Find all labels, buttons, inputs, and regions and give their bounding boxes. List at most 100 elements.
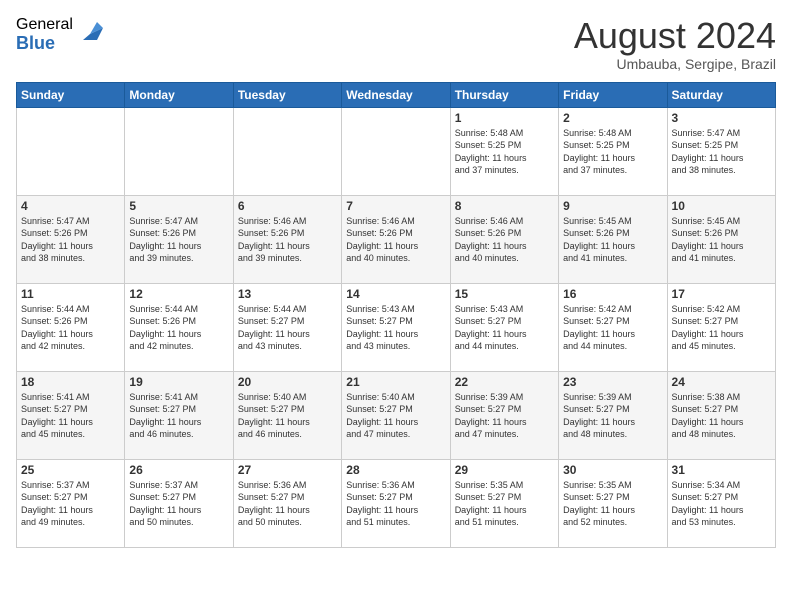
- day-info: Sunrise: 5:48 AM Sunset: 5:25 PM Dayligh…: [455, 127, 554, 177]
- calendar-cell: 1 Sunrise: 5:48 AM Sunset: 5:25 PM Daylig…: [450, 107, 558, 195]
- calendar-cell: 24 Sunrise: 5:38 AM Sunset: 5:27 PM Dayli…: [667, 371, 775, 459]
- day-info: Sunrise: 5:47 AM Sunset: 5:26 PM Dayligh…: [129, 215, 228, 265]
- day-info: Sunrise: 5:48 AM Sunset: 5:25 PM Dayligh…: [563, 127, 662, 177]
- day-number: 14: [346, 287, 445, 301]
- day-number: 16: [563, 287, 662, 301]
- day-number: 2: [563, 111, 662, 125]
- calendar-cell: 17Sunrise: 5:42 AM Sunset: 5:27 PM Dayli…: [667, 283, 775, 371]
- calendar-cell: 23 Sunrise: 5:39 AM Sunset: 5:27 PM Dayli…: [559, 371, 667, 459]
- day-number: 8: [455, 199, 554, 213]
- day-header-friday: Friday: [559, 82, 667, 107]
- calendar-week-2: 4 Sunrise: 5:47 AM Sunset: 5:26 PM Daylig…: [17, 195, 776, 283]
- day-info: Sunrise: 5:42 AM Sunset: 5:27 PM Dayligh…: [563, 303, 662, 353]
- day-number: 10: [672, 199, 771, 213]
- day-info: Sunrise: 5:46 AM Sunset: 5:26 PM Dayligh…: [238, 215, 337, 265]
- day-number: 7: [346, 199, 445, 213]
- calendar-week-4: 18 Sunrise: 5:41 AM Sunset: 5:27 PM Dayli…: [17, 371, 776, 459]
- day-header-tuesday: Tuesday: [233, 82, 341, 107]
- day-number: 12: [129, 287, 228, 301]
- calendar-cell: [233, 107, 341, 195]
- calendar-cell: 19 Sunrise: 5:41 AM Sunset: 5:27 PM Dayli…: [125, 371, 233, 459]
- month-year-title: August 2024: [574, 16, 776, 56]
- calendar-cell: 4 Sunrise: 5:47 AM Sunset: 5:26 PM Daylig…: [17, 195, 125, 283]
- day-info: Sunrise: 5:40 AM Sunset: 5:27 PM Dayligh…: [238, 391, 337, 441]
- day-number: 30: [563, 463, 662, 477]
- calendar-cell: 14Sunrise: 5:43 AM Sunset: 5:27 PM Dayli…: [342, 283, 450, 371]
- day-number: 5: [129, 199, 228, 213]
- calendar-cell: 30 Sunrise: 5:35 AM Sunset: 5:27 PM Dayli…: [559, 459, 667, 547]
- day-info: Sunrise: 5:37 AM Sunset: 5:27 PM Dayligh…: [21, 479, 120, 529]
- logo: General Blue: [16, 16, 105, 53]
- calendar-cell: 11 Sunrise: 5:44 AM Sunset: 5:26 PM Dayli…: [17, 283, 125, 371]
- day-info: Sunrise: 5:45 AM Sunset: 5:26 PM Dayligh…: [672, 215, 771, 265]
- day-number: 23: [563, 375, 662, 389]
- day-number: 20: [238, 375, 337, 389]
- logo-general: General: [16, 16, 73, 34]
- day-header-sunday: Sunday: [17, 82, 125, 107]
- calendar-table: SundayMondayTuesdayWednesdayThursdayFrid…: [16, 82, 776, 548]
- calendar-cell: 16 Sunrise: 5:42 AM Sunset: 5:27 PM Dayli…: [559, 283, 667, 371]
- day-number: 15: [455, 287, 554, 301]
- calendar-cell: 15Sunrise: 5:43 AM Sunset: 5:27 PM Dayli…: [450, 283, 558, 371]
- day-header-saturday: Saturday: [667, 82, 775, 107]
- calendar-cell: 22Sunrise: 5:39 AM Sunset: 5:27 PM Dayli…: [450, 371, 558, 459]
- day-number: 27: [238, 463, 337, 477]
- day-info: Sunrise: 5:36 AM Sunset: 5:27 PM Dayligh…: [238, 479, 337, 529]
- calendar-cell: 9Sunrise: 5:45 AM Sunset: 5:26 PM Daylig…: [559, 195, 667, 283]
- calendar-cell: [342, 107, 450, 195]
- day-info: Sunrise: 5:34 AM Sunset: 5:27 PM Dayligh…: [672, 479, 771, 529]
- calendar-cell: 5 Sunrise: 5:47 AM Sunset: 5:26 PM Daylig…: [125, 195, 233, 283]
- calendar-cell: 13Sunrise: 5:44 AM Sunset: 5:27 PM Dayli…: [233, 283, 341, 371]
- calendar-cell: [17, 107, 125, 195]
- day-info: Sunrise: 5:42 AM Sunset: 5:27 PM Dayligh…: [672, 303, 771, 353]
- day-info: Sunrise: 5:39 AM Sunset: 5:27 PM Dayligh…: [563, 391, 662, 441]
- day-info: Sunrise: 5:44 AM Sunset: 5:26 PM Dayligh…: [21, 303, 120, 353]
- day-info: Sunrise: 5:44 AM Sunset: 5:27 PM Dayligh…: [238, 303, 337, 353]
- calendar-cell: 31 Sunrise: 5:34 AM Sunset: 5:27 PM Dayli…: [667, 459, 775, 547]
- location-subtitle: Umbauba, Sergipe, Brazil: [574, 56, 776, 72]
- day-info: Sunrise: 5:47 AM Sunset: 5:26 PM Dayligh…: [21, 215, 120, 265]
- day-number: 31: [672, 463, 771, 477]
- day-number: 21: [346, 375, 445, 389]
- day-info: Sunrise: 5:40 AM Sunset: 5:27 PM Dayligh…: [346, 391, 445, 441]
- calendar-cell: 21 Sunrise: 5:40 AM Sunset: 5:27 PM Dayli…: [342, 371, 450, 459]
- day-header-monday: Monday: [125, 82, 233, 107]
- day-info: Sunrise: 5:44 AM Sunset: 5:26 PM Dayligh…: [129, 303, 228, 353]
- day-number: 24: [672, 375, 771, 389]
- day-number: 1: [455, 111, 554, 125]
- day-number: 29: [455, 463, 554, 477]
- logo-blue: Blue: [16, 34, 73, 54]
- title-block: August 2024 Umbauba, Sergipe, Brazil: [574, 16, 776, 72]
- day-number: 19: [129, 375, 228, 389]
- calendar-cell: 27 Sunrise: 5:36 AM Sunset: 5:27 PM Dayli…: [233, 459, 341, 547]
- logo-icon: [75, 18, 105, 48]
- day-info: Sunrise: 5:35 AM Sunset: 5:27 PM Dayligh…: [455, 479, 554, 529]
- day-info: Sunrise: 5:46 AM Sunset: 5:26 PM Dayligh…: [346, 215, 445, 265]
- calendar-cell: [125, 107, 233, 195]
- day-number: 6: [238, 199, 337, 213]
- calendar-week-3: 11 Sunrise: 5:44 AM Sunset: 5:26 PM Dayli…: [17, 283, 776, 371]
- day-number: 4: [21, 199, 120, 213]
- day-info: Sunrise: 5:38 AM Sunset: 5:27 PM Dayligh…: [672, 391, 771, 441]
- day-header-wednesday: Wednesday: [342, 82, 450, 107]
- calendar-cell: 8 Sunrise: 5:46 AM Sunset: 5:26 PM Daylig…: [450, 195, 558, 283]
- calendar-cell: 12 Sunrise: 5:44 AM Sunset: 5:26 PM Dayli…: [125, 283, 233, 371]
- day-number: 18: [21, 375, 120, 389]
- calendar-cell: 7 Sunrise: 5:46 AM Sunset: 5:26 PM Daylig…: [342, 195, 450, 283]
- calendar-cell: 6 Sunrise: 5:46 AM Sunset: 5:26 PM Daylig…: [233, 195, 341, 283]
- calendar-body: 1 Sunrise: 5:48 AM Sunset: 5:25 PM Daylig…: [17, 107, 776, 547]
- day-header-thursday: Thursday: [450, 82, 558, 107]
- day-number: 25: [21, 463, 120, 477]
- day-info: Sunrise: 5:41 AM Sunset: 5:27 PM Dayligh…: [129, 391, 228, 441]
- day-number: 22: [455, 375, 554, 389]
- calendar-week-1: 1 Sunrise: 5:48 AM Sunset: 5:25 PM Daylig…: [17, 107, 776, 195]
- day-number: 11: [21, 287, 120, 301]
- day-info: Sunrise: 5:45 AM Sunset: 5:26 PM Dayligh…: [563, 215, 662, 265]
- day-info: Sunrise: 5:36 AM Sunset: 5:27 PM Dayligh…: [346, 479, 445, 529]
- day-info: Sunrise: 5:41 AM Sunset: 5:27 PM Dayligh…: [21, 391, 120, 441]
- day-number: 3: [672, 111, 771, 125]
- day-info: Sunrise: 5:35 AM Sunset: 5:27 PM Dayligh…: [563, 479, 662, 529]
- calendar-week-5: 25 Sunrise: 5:37 AM Sunset: 5:27 PM Dayli…: [17, 459, 776, 547]
- calendar-cell: 18 Sunrise: 5:41 AM Sunset: 5:27 PM Dayli…: [17, 371, 125, 459]
- day-info: Sunrise: 5:46 AM Sunset: 5:26 PM Dayligh…: [455, 215, 554, 265]
